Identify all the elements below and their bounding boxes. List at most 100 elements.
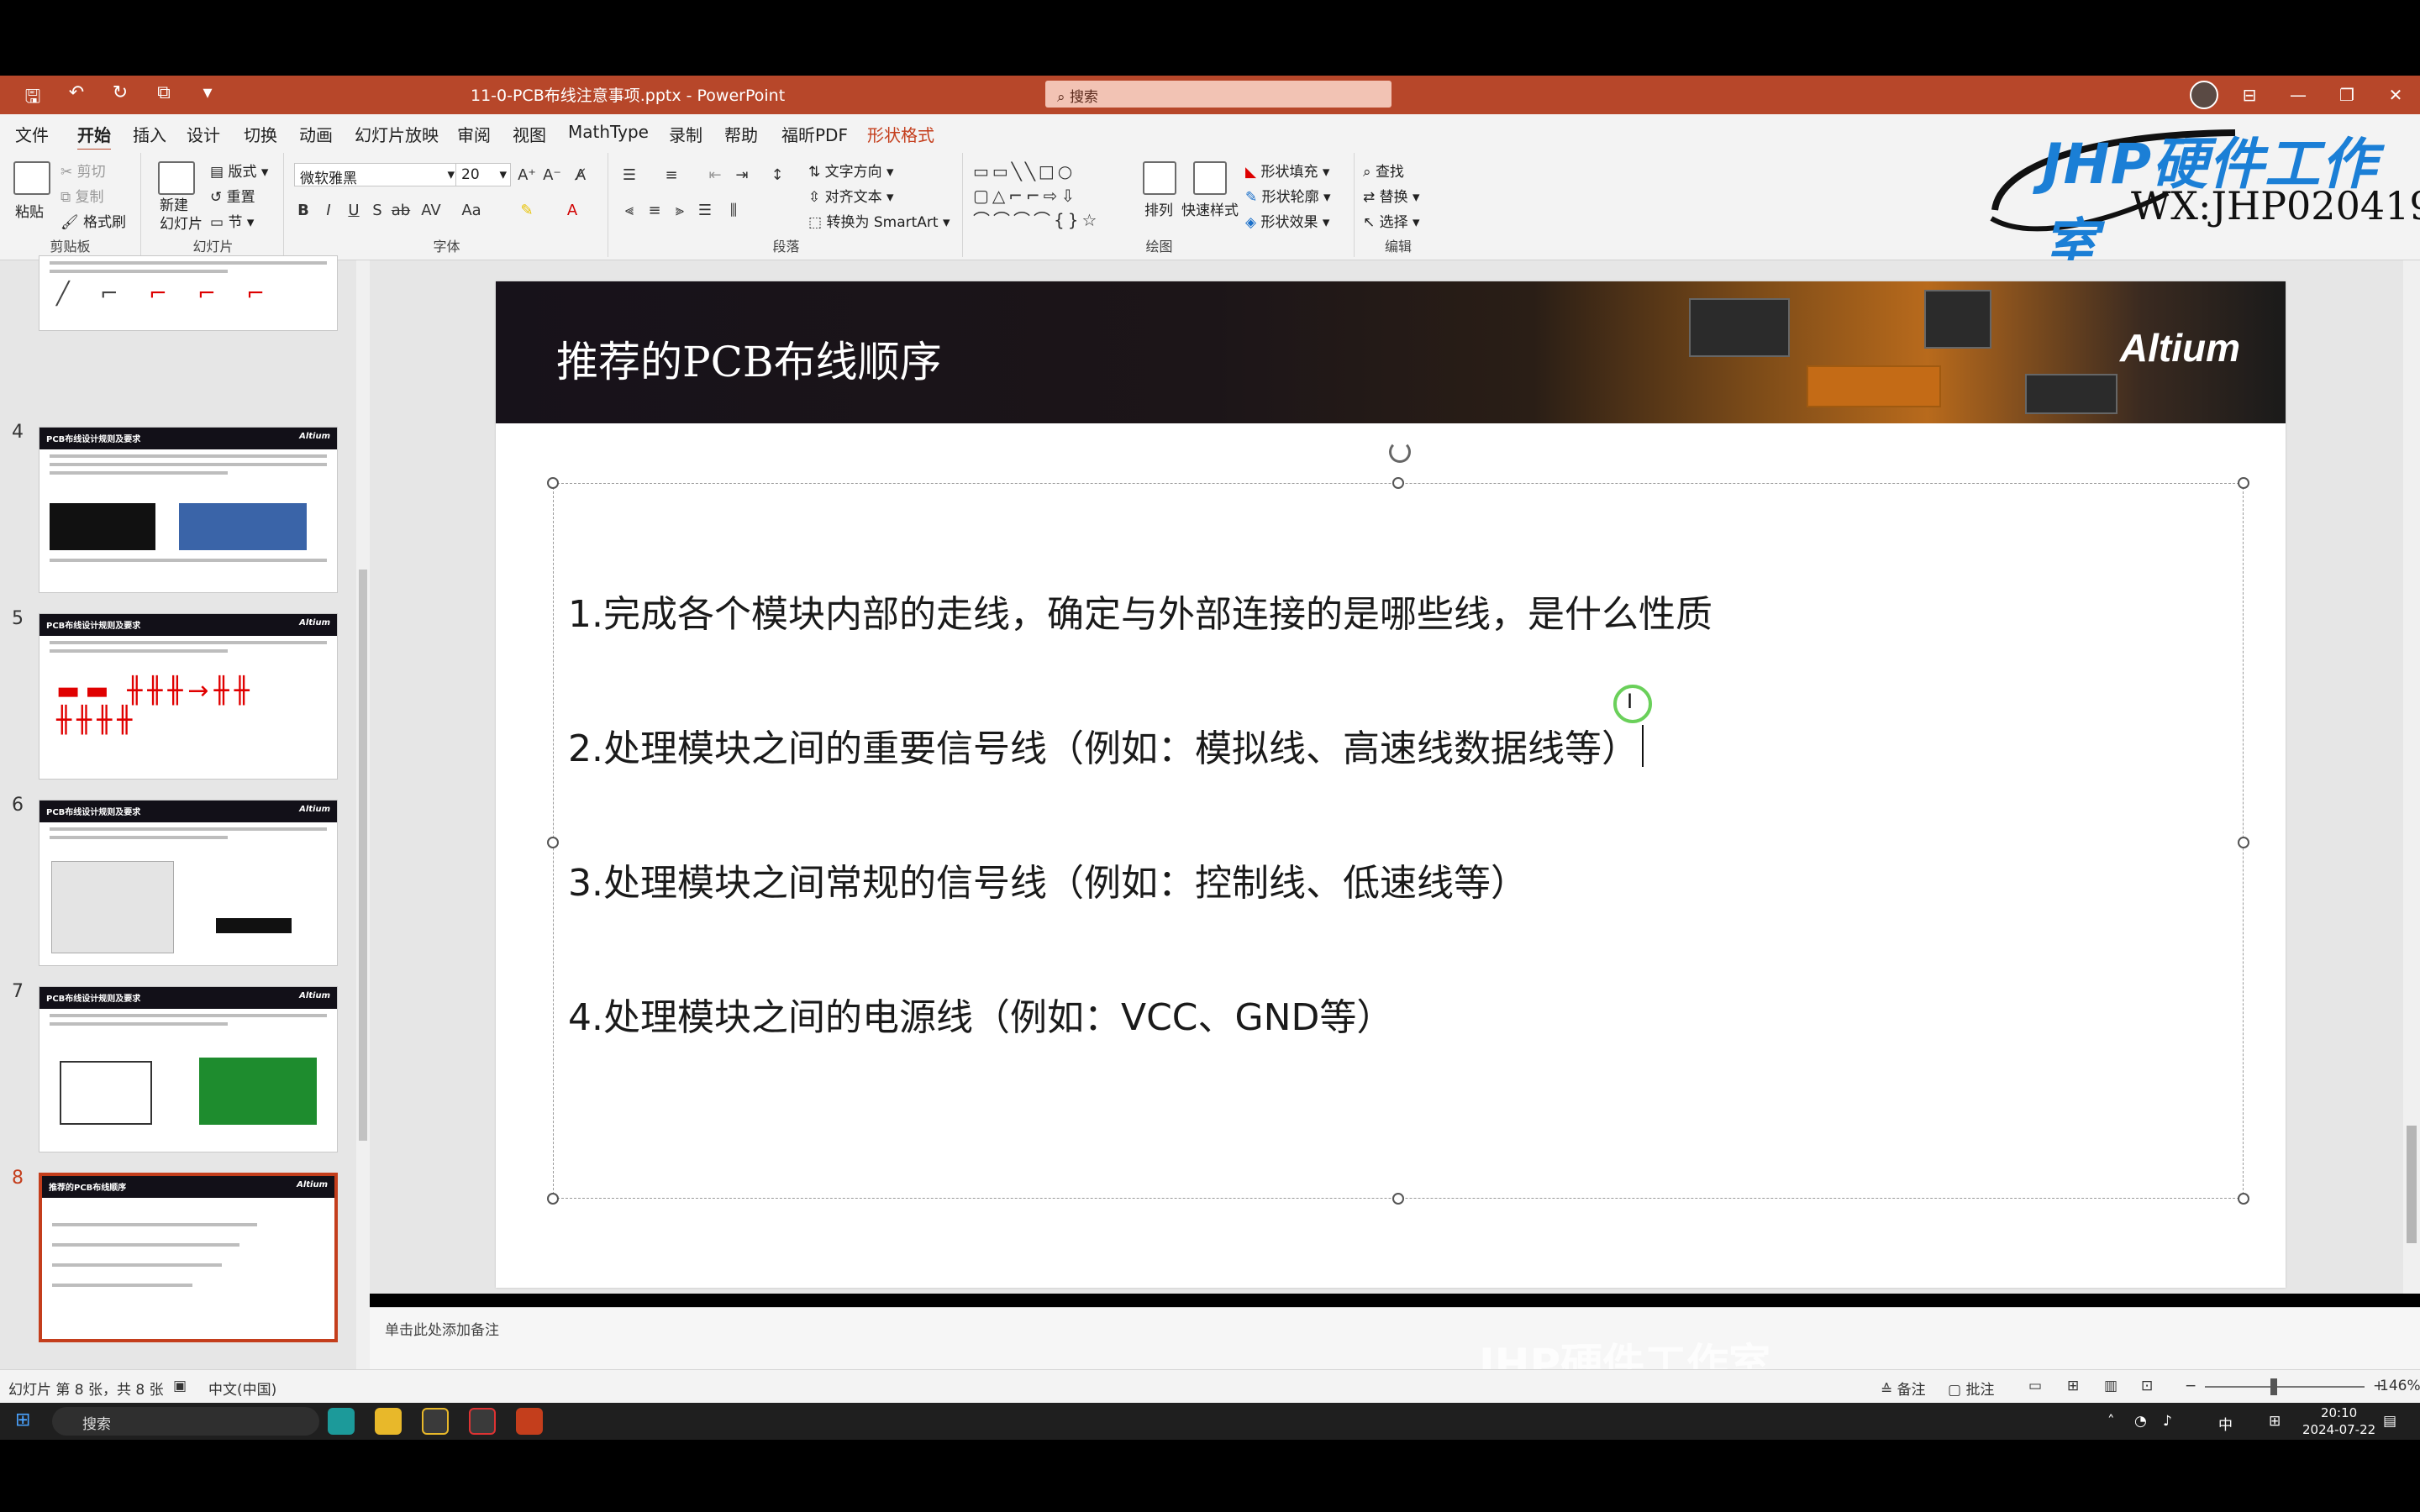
slide-bullet-1[interactable]: 1.完成各个模块内部的走线，确定与外部连接的是哪些线，是什么性质 bbox=[568, 584, 1712, 638]
slide-title[interactable]: 推荐的PCB布线顺序 bbox=[556, 328, 942, 389]
resize-handle[interactable] bbox=[2238, 837, 2249, 848]
align-right-icon[interactable]: ⫸ bbox=[669, 200, 691, 222]
text-direction-button[interactable]: ⇅ 文字方向 ▾ bbox=[808, 160, 894, 181]
quick-styles-icon[interactable] bbox=[1193, 161, 1227, 195]
copy-button[interactable]: ⧉ 复制 bbox=[60, 185, 104, 206]
align-center-icon[interactable]: ≡ bbox=[644, 200, 666, 222]
language-indicator[interactable]: 中文(中国) bbox=[208, 1378, 276, 1399]
minimize-icon[interactable]: — bbox=[2274, 76, 2323, 114]
slide-bullet-4[interactable]: 4.处理模块之间的电源线（例如：VCC、GND等） bbox=[568, 987, 1393, 1041]
taskbar-clock[interactable]: 20:10 2024-07-22 bbox=[2302, 1404, 2375, 1438]
select-button[interactable]: ↖ 选择 ▾ bbox=[1363, 210, 1420, 231]
bullets-icon[interactable]: ☰ bbox=[618, 165, 640, 186]
tab-file[interactable]: 文件 bbox=[15, 122, 49, 146]
taskbar-search[interactable]: 搜索 bbox=[52, 1407, 319, 1436]
reading-view-icon[interactable]: ▥ bbox=[2104, 1378, 2118, 1394]
shape-outline-button[interactable]: ✎ 形状轮廓 ▾ bbox=[1245, 185, 1331, 206]
resize-handle[interactable] bbox=[2238, 1193, 2249, 1205]
cut-button[interactable]: ✂ 剪切 bbox=[60, 160, 106, 181]
slide-scrollbar[interactable] bbox=[2403, 260, 2420, 1294]
scrollbar-thumb[interactable] bbox=[2407, 1126, 2417, 1243]
strikethrough-icon[interactable]: ab bbox=[390, 200, 412, 222]
thumbnail-slide-5[interactable]: PCB布线设计规则及要求 Altium ▬▬ ╫╫╫→╫╫ ╫╫╫╫ bbox=[39, 613, 338, 780]
increase-indent-icon[interactable]: ⇥ bbox=[731, 165, 753, 186]
zoom-out-icon[interactable]: − bbox=[2185, 1378, 2196, 1394]
spellcheck-icon[interactable]: ▣ bbox=[173, 1378, 187, 1394]
slideshow-view-icon[interactable]: ⊡ bbox=[2141, 1378, 2153, 1394]
arrange-icon[interactable] bbox=[1143, 161, 1176, 195]
close-icon[interactable]: ✕ bbox=[2371, 76, 2420, 114]
search-input[interactable]: ⌕ 搜索 bbox=[1045, 81, 1392, 108]
tab-record[interactable]: 录制 bbox=[669, 122, 702, 146]
underline-icon[interactable]: U bbox=[343, 200, 365, 222]
comments-toggle[interactable]: ▢ 批注 bbox=[1948, 1378, 1994, 1399]
line-spacing-icon[interactable]: ↕ bbox=[766, 165, 788, 186]
thumbnail-slide-7[interactable]: PCB布线设计规则及要求 Altium bbox=[39, 986, 338, 1152]
ime-indicator[interactable]: 中 bbox=[2218, 1413, 2233, 1434]
zoom-slider[interactable] bbox=[2205, 1386, 2365, 1388]
tab-shape-format[interactable]: 形状格式 bbox=[867, 122, 934, 146]
tab-insert[interactable]: 插入 bbox=[133, 122, 166, 146]
edge-icon[interactable] bbox=[328, 1408, 355, 1435]
scrollbar-thumb[interactable] bbox=[359, 570, 367, 1141]
tray-chevron-icon[interactable]: ˄ bbox=[2107, 1413, 2115, 1430]
reset-button[interactable]: ↺ 重置 bbox=[210, 185, 255, 206]
columns-icon[interactable]: ⫼ bbox=[723, 200, 744, 222]
tab-view[interactable]: 视图 bbox=[513, 122, 546, 146]
thumbnail-slide-6[interactable]: PCB布线设计规则及要求 Altium bbox=[39, 800, 338, 966]
restore-icon[interactable]: ❐ bbox=[2323, 76, 2371, 114]
new-slide-button[interactable]: 新建 幻灯片 bbox=[160, 197, 203, 234]
replace-button[interactable]: ⇄ 替换 ▾ bbox=[1363, 185, 1420, 206]
font-color-icon[interactable]: A bbox=[561, 200, 583, 222]
shadow-icon[interactable]: S bbox=[366, 200, 388, 222]
arrange-button[interactable]: 排列 bbox=[1144, 198, 1173, 219]
slide-bullet-2[interactable]: 2.处理模块之间的重要信号线（例如：模拟线、高速线数据线等） bbox=[568, 718, 1639, 772]
shapes-gallery[interactable]: ▭▭╲╲□○ ▢△⌐⌐⇨⇩ ⌒⌒⌒⌒{}☆ bbox=[973, 160, 1133, 235]
thumbnail-slide-3[interactable]: ╱ ⌐ ⌐ ⌐ ⌐ bbox=[39, 255, 338, 331]
notification-icon[interactable]: ▤ bbox=[2383, 1413, 2396, 1430]
thumbnails-scrollbar[interactable] bbox=[356, 260, 370, 1369]
volume-icon[interactable]: ♪ bbox=[2163, 1413, 2172, 1430]
paste-icon[interactable] bbox=[13, 161, 50, 195]
tab-mathtype[interactable]: MathType bbox=[568, 122, 649, 142]
decrease-indent-icon[interactable]: ⇤ bbox=[704, 165, 726, 186]
highlight-icon[interactable]: ✎ bbox=[516, 200, 538, 222]
tab-animations[interactable]: 动画 bbox=[299, 122, 333, 146]
shape-fill-button[interactable]: ◣ 形状填充 ▾ bbox=[1245, 160, 1329, 181]
smartart-button[interactable]: ⬚ 转换为 SmartArt ▾ bbox=[808, 210, 950, 231]
italic-icon[interactable]: I bbox=[318, 200, 339, 222]
avatar[interactable] bbox=[2190, 81, 2218, 109]
tab-help[interactable]: 帮助 bbox=[724, 122, 758, 146]
font-size-select[interactable]: 20 ▾ bbox=[455, 163, 511, 186]
find-button[interactable]: ⌕ 查找 bbox=[1363, 160, 1404, 181]
tab-foxit-pdf[interactable]: 福昕PDF bbox=[781, 122, 848, 146]
char-spacing-icon[interactable]: AV bbox=[420, 200, 442, 222]
align-left-icon[interactable]: ⫷ bbox=[618, 200, 640, 222]
decrease-font-icon[interactable]: A⁻ bbox=[541, 165, 563, 186]
thumbnail-slide-8[interactable]: 推荐的PCB布线顺序 Altium bbox=[39, 1173, 338, 1342]
tab-home[interactable]: 开始 bbox=[77, 122, 111, 152]
layout-button[interactable]: ▤ 版式 ▾ bbox=[210, 160, 268, 181]
paste-button[interactable]: 粘贴 bbox=[15, 200, 44, 221]
ribbon-display-icon[interactable]: ⊟ bbox=[2225, 76, 2274, 114]
zoom-slider-knob[interactable] bbox=[2270, 1378, 2277, 1395]
tab-transitions[interactable]: 切换 bbox=[244, 122, 277, 146]
network-icon[interactable]: ◔ bbox=[2134, 1413, 2147, 1430]
normal-view-icon[interactable]: ▭ bbox=[2028, 1378, 2042, 1394]
resize-handle[interactable] bbox=[547, 477, 559, 489]
customize-qat-icon[interactable]: ▾ bbox=[195, 82, 220, 114]
file-explorer-icon[interactable] bbox=[375, 1408, 402, 1435]
notes-pane[interactable]: 单击此处添加备注 bbox=[370, 1307, 2420, 1369]
format-painter-button[interactable]: 🖌 格式刷 bbox=[60, 210, 126, 231]
windows-start-icon[interactable]: ⊞ bbox=[15, 1410, 30, 1431]
save-icon[interactable]: 🖫 bbox=[20, 82, 45, 114]
zoom-level[interactable]: 146% bbox=[2380, 1378, 2420, 1394]
resize-handle[interactable] bbox=[1392, 477, 1404, 489]
resize-handle[interactable] bbox=[547, 1193, 559, 1205]
slide-bullet-3[interactable]: 3.处理模块之间常规的信号线（例如：控制线、低速线等） bbox=[568, 853, 1528, 906]
new-slide-icon[interactable] bbox=[158, 161, 195, 195]
present-icon[interactable]: ⧉ bbox=[151, 82, 176, 114]
recorder-icon[interactable] bbox=[469, 1408, 496, 1435]
slide-sorter-icon[interactable]: ⊞ bbox=[2067, 1378, 2079, 1394]
numbering-icon[interactable]: ≡ bbox=[660, 165, 682, 186]
